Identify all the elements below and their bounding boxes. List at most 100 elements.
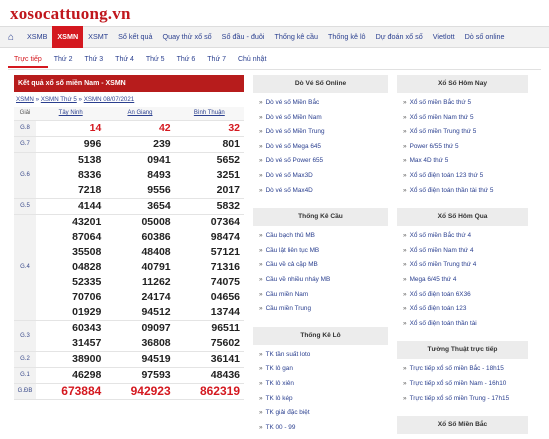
sidebar-link[interactable]: Xổ số điện toán 123 thứ 5: [403, 169, 528, 184]
result-cell: 942923: [105, 383, 175, 400]
box-link-list: TK tần suất lotoTK lô ganTK lô xiênTK lô…: [253, 345, 388, 439]
sidebar-link[interactable]: TK lô gan: [259, 362, 388, 377]
sidebar-link[interactable]: Trực tiếp xổ số miền Nam - 16h10: [403, 377, 528, 392]
sidebar-link[interactable]: Xổ số điện toán thần tài: [403, 317, 528, 332]
province-header-tay-ninh[interactable]: Tây Ninh: [36, 107, 106, 121]
sidebar-link[interactable]: Xổ số miền Trung thứ 5: [403, 125, 528, 140]
prize-label: G.6: [14, 152, 36, 199]
breadcrumb-link[interactable]: XSMN Thứ 5: [41, 96, 77, 103]
sidebar-link[interactable]: Xổ số miền Nam thứ 5: [403, 111, 528, 126]
result-number: 801: [222, 137, 240, 150]
sidebar-link[interactable]: Dò vé số Max3D: [259, 169, 388, 184]
result-number: 98474: [210, 230, 240, 243]
tab-truc-tiep[interactable]: Trực tiếp: [8, 52, 48, 68]
result-cell: 48436: [174, 367, 244, 384]
result-number: 70706: [72, 290, 102, 303]
breadcrumb-link[interactable]: XSMN 08/07/2021: [84, 96, 135, 103]
result-cell: 4144: [36, 198, 106, 215]
results-title: Kết quả xổ số miền Nam - XSMN: [14, 75, 244, 92]
sidebar-link[interactable]: Cầu miền Nam: [259, 288, 388, 303]
tab-thu-2[interactable]: Thứ 2: [48, 52, 79, 68]
sidebar-link[interactable]: Cầu miền Trung: [259, 302, 388, 317]
result-number: 71316: [210, 260, 240, 273]
sidebar-link[interactable]: Mega 6/45 thứ 4: [403, 273, 528, 288]
breadcrumb: XSMN » XSMN Thứ 5 » XSMN 08/07/2021: [14, 92, 244, 107]
sidebar-link[interactable]: Xổ số miền Trung thứ 4: [403, 258, 528, 273]
result-cell: 996: [36, 136, 106, 153]
tab-thu-7[interactable]: Thứ 7: [201, 52, 232, 68]
sidebar-link[interactable]: Dò vé số Miền Bắc: [259, 96, 388, 111]
site-logo[interactable]: xosocattuong.vn: [10, 4, 131, 24]
result-number: 46298: [72, 368, 102, 381]
nav-item-xsmb[interactable]: XSMB: [22, 26, 52, 48]
sidebar-link[interactable]: Xổ số miền Bắc thứ 4: [403, 229, 528, 244]
result-number: 0941: [147, 153, 171, 166]
sidebar-link[interactable]: Dò vé số Max4D: [259, 184, 388, 199]
sidebar-link[interactable]: TK lô kép: [259, 392, 388, 407]
home-icon[interactable]: ⌂: [0, 32, 22, 43]
result-number: 36141: [210, 352, 240, 365]
table-row: G.2 38900 94519 36141: [14, 351, 244, 368]
sidebar-link[interactable]: Cầu lật liên tục MB: [259, 244, 388, 259]
sidebar-link[interactable]: TK giải đặc biệt: [259, 406, 388, 421]
nav-item-xsmn[interactable]: XSMN: [52, 26, 84, 48]
sidebar-link[interactable]: Power 6/55 thứ 5: [403, 140, 528, 155]
sidebar-link[interactable]: Cầu về cả cặp MB: [259, 258, 388, 273]
result-cell: 94519: [105, 351, 175, 368]
sidebar-link[interactable]: Xổ số điện toán thần tài thứ 5: [403, 184, 528, 199]
tab-thu-3[interactable]: Thứ 3: [78, 52, 109, 68]
table-row: G.6 5138 8336 7218 0941 8493 9556 5652 3251 2017: [14, 152, 244, 199]
main-nav: ⌂ XSMB XSMN XSMT Sổ kết quả Quay thử xổ số Sổ…: [0, 26, 549, 48]
sidebar-link[interactable]: Xổ số miền Bắc thứ 5: [403, 96, 528, 111]
result-cell: 3654: [105, 198, 175, 215]
sidebar-link[interactable]: Xổ số miền Nam thứ 4: [403, 244, 528, 259]
nav-item-thong-ke-cau[interactable]: Thống kê cầu: [269, 26, 323, 48]
nav-item-do-so-online[interactable]: Dò số online: [460, 26, 510, 48]
sidebar-link[interactable]: TK lô xiên: [259, 377, 388, 392]
sidebar-link[interactable]: Max 4D thứ 5: [403, 154, 528, 169]
sidebar-link[interactable]: Dò vé số Mega 645: [259, 140, 388, 155]
box-link-list: Dò vé số Miền BắcDò vé số Miền NamDò vé …: [253, 93, 388, 202]
box-title: Dò Vé Số Online: [253, 75, 388, 93]
sidebar-link[interactable]: Dò vé số Power 655: [259, 154, 388, 169]
result-number: 60386: [141, 230, 171, 243]
province-header-binh-thuan[interactable]: Bình Thuận: [174, 107, 244, 121]
result-number: 75602: [210, 336, 240, 349]
prize-label: G.8: [14, 120, 36, 137]
sidebar-link[interactable]: Xổ số điện toán 123: [403, 302, 528, 317]
nav-item-thong-ke-lo[interactable]: Thống kê lô: [323, 26, 371, 48]
sidebar-link[interactable]: TK tần suất loto: [259, 348, 388, 363]
results-panel: Kết quả xổ số miền Nam - XSMN XSMN » XSM…: [14, 75, 244, 400]
sidebar-link[interactable]: Xổ số điện toán 6X36: [403, 288, 528, 303]
result-cell: 43201 87064 35508 04828 52335 70706 01929: [36, 214, 106, 321]
tab-thu-4[interactable]: Thứ 4: [109, 52, 140, 68]
nav-item-du-doan-xo-so[interactable]: Dự đoán xổ số: [371, 26, 428, 48]
sidebar-link[interactable]: Cầu bạch thủ MB: [259, 229, 388, 244]
tab-thu-5[interactable]: Thứ 5: [140, 52, 171, 68]
sidebar-link[interactable]: Trực tiếp xổ số miền Bắc - 18h15: [403, 362, 528, 377]
tab-chu-nhat[interactable]: Chủ nhật: [232, 52, 272, 68]
nav-item-so-ket-qua[interactable]: Sổ kết quả: [113, 26, 157, 48]
result-number: 48408: [141, 245, 171, 258]
result-number: 24174: [141, 290, 171, 303]
nav-item-quay-thu-xo-so[interactable]: Quay thử xổ số: [158, 26, 217, 48]
box-title: Tường Thuật trực tiếp: [397, 341, 528, 360]
nav-item-xsmt[interactable]: XSMT: [83, 26, 113, 48]
sidebar-link[interactable]: TK 00 - 99: [259, 421, 388, 436]
result-number: 94512: [141, 305, 171, 318]
box-link-list: Xổ số miền Bắc thứ 5Xổ số miền Nam thứ 5…: [397, 93, 528, 202]
nav-item-vietlott[interactable]: Vietlott: [428, 26, 460, 48]
sidebar-link[interactable]: Trực tiếp xổ số miền Trung - 17h15: [403, 392, 528, 407]
province-header-an-giang[interactable]: An Giang: [105, 107, 175, 121]
sidebar-link[interactable]: Dò vé số Miền Trung: [259, 125, 388, 140]
result-number: 04828: [72, 260, 102, 273]
tab-thu-6[interactable]: Thứ 6: [171, 52, 202, 68]
result-number: 94519: [141, 352, 171, 365]
nav-item-so-dau-duoi[interactable]: Sổ đầu - đuôi: [217, 26, 270, 48]
box-title: Thống Kê Cầu: [253, 208, 388, 227]
sidebar-link[interactable]: Dò vé số Miền Nam: [259, 111, 388, 126]
result-number: 43201: [72, 215, 102, 228]
breadcrumb-link[interactable]: XSMN: [16, 96, 34, 103]
sidebar-link[interactable]: Cầu về nhiều nháy MB: [259, 273, 388, 288]
table-row: G.ĐB 673884 942923 862319: [14, 383, 244, 400]
